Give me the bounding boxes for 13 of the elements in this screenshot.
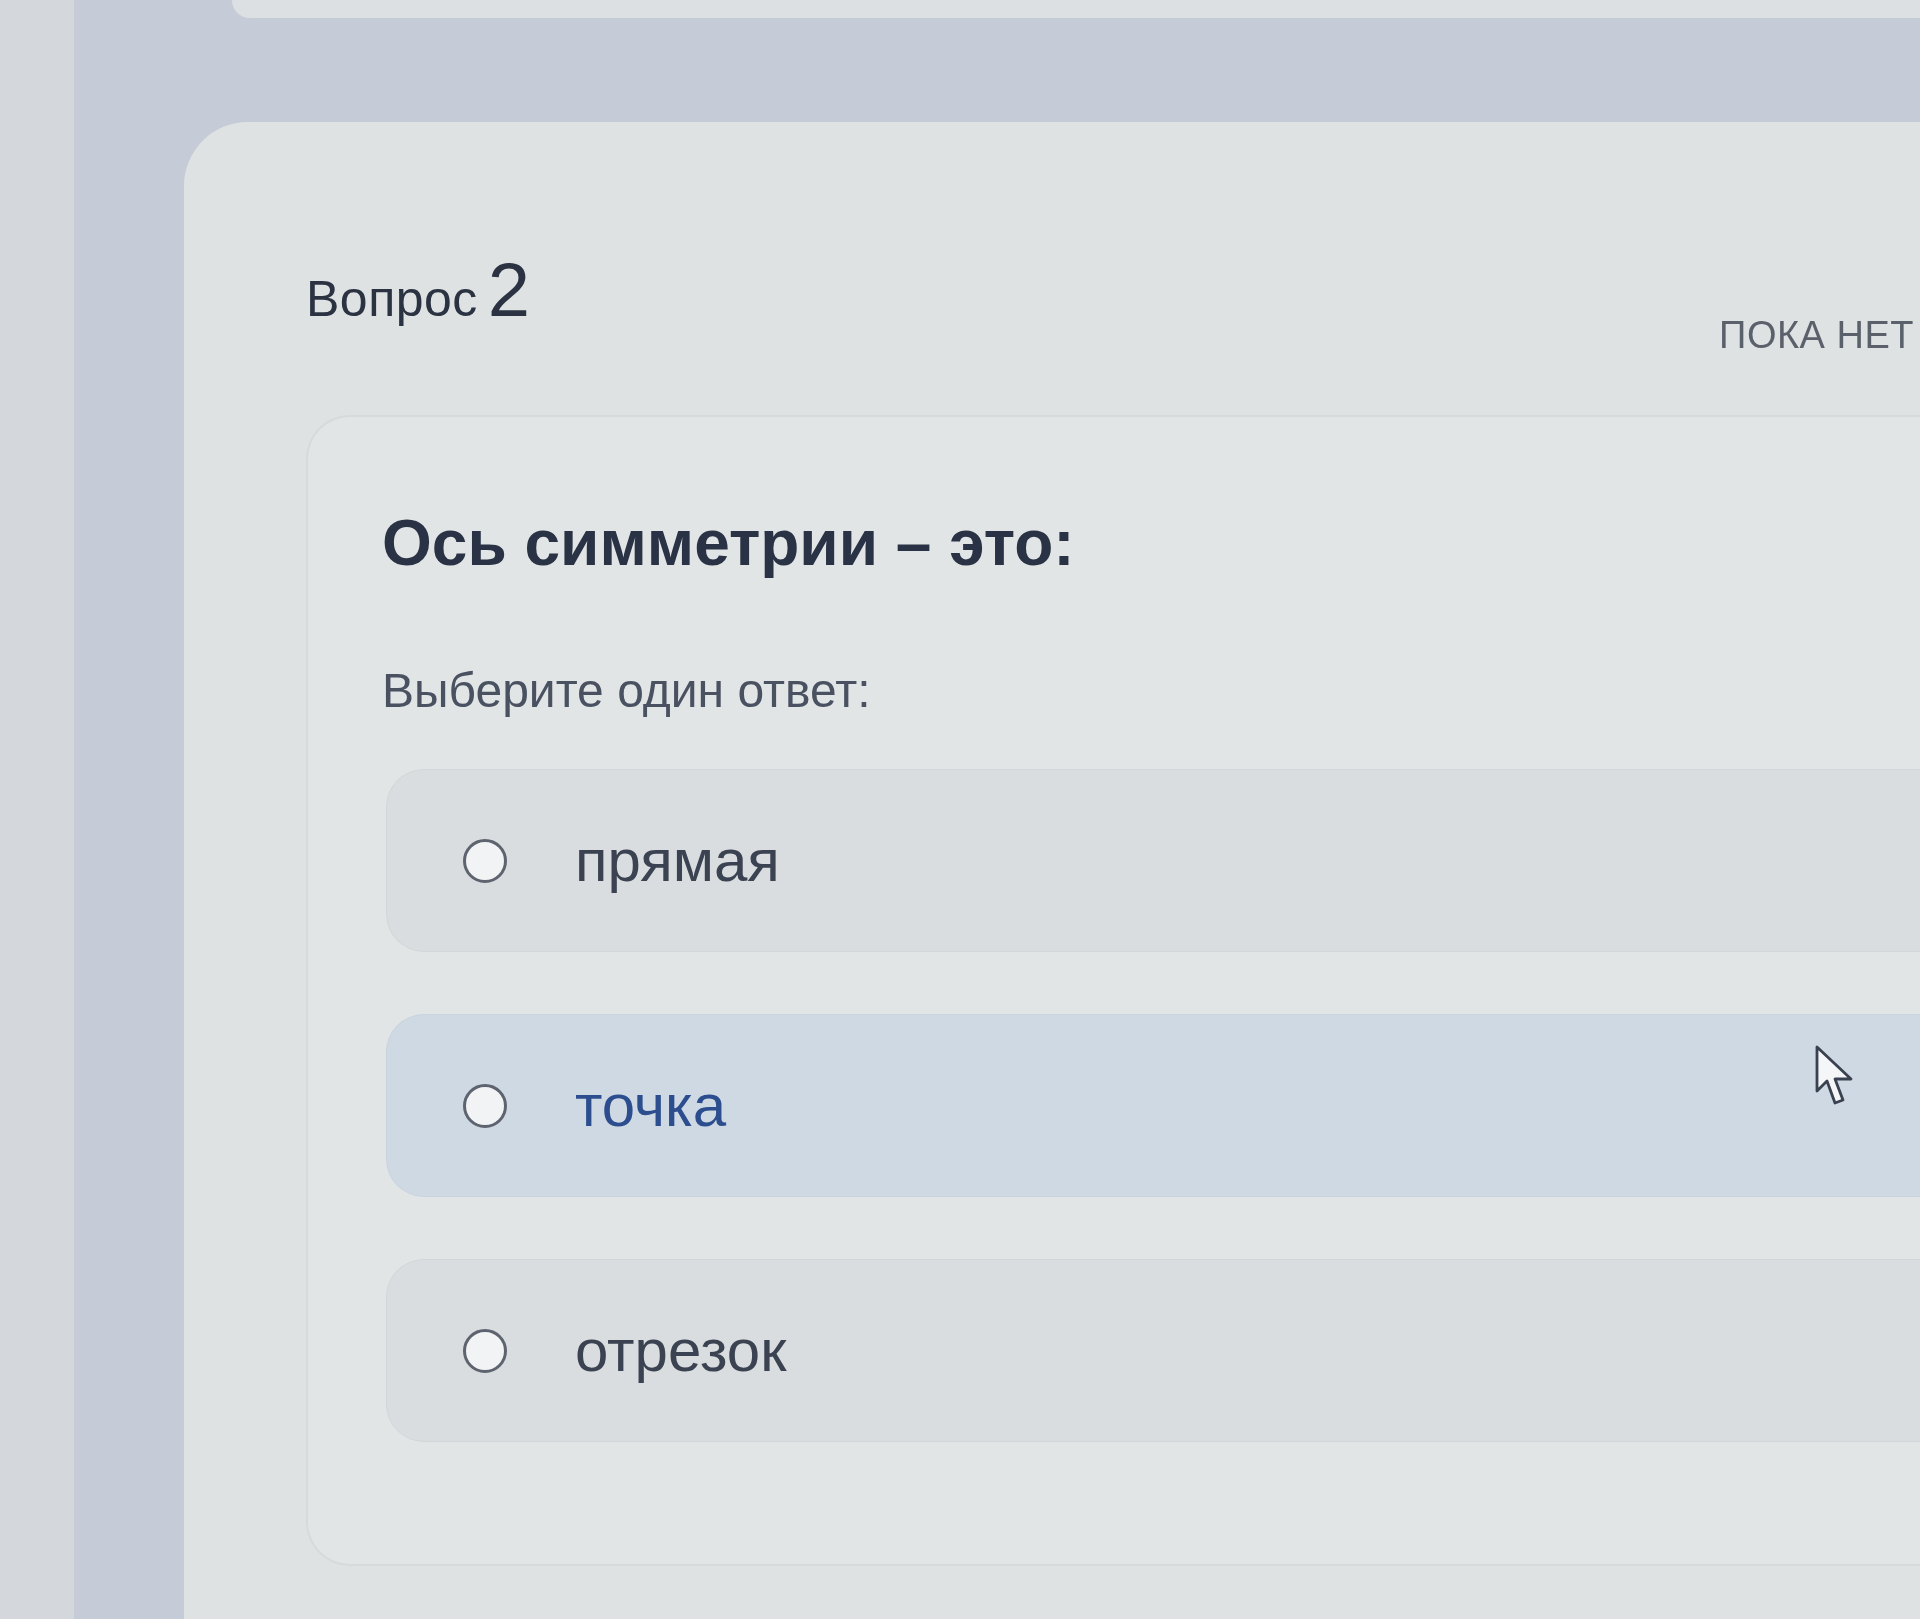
option-text: точка (575, 1070, 727, 1141)
question-text: Ось симметрии – это: (382, 506, 1076, 581)
radio-button[interactable] (463, 1328, 507, 1373)
answer-option[interactable]: отрезок (386, 1259, 1920, 1443)
answer-option[interactable]: точка (386, 1014, 1920, 1198)
radio-button[interactable] (463, 1083, 507, 1128)
question-title: Вопрос 2 (306, 252, 531, 328)
radio-button[interactable] (463, 838, 507, 883)
option-text: прямая (575, 825, 780, 896)
instruction-text: Выберите один ответ: (382, 662, 872, 719)
answer-option[interactable]: прямая (386, 769, 1920, 953)
option-text: отрезок (575, 1315, 787, 1386)
answer-status: ПОКА НЕТ (1719, 314, 1914, 357)
